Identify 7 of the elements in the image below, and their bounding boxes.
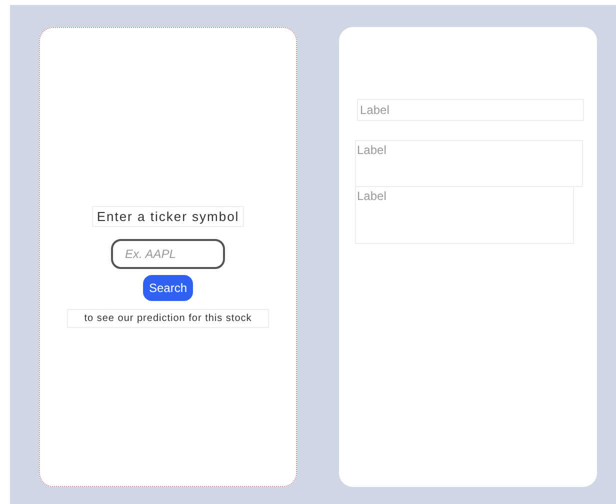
text-area[interactable]: Label — [355, 140, 583, 187]
heading: Enter a ticker symbol — [92, 206, 244, 228]
text-area[interactable]: Label — [355, 186, 574, 244]
input-field[interactable]: Label — [357, 99, 584, 121]
search-button[interactable]: Search — [142, 275, 194, 302]
ticker-input[interactable]: Ex. AAPL — [111, 239, 225, 270]
caption: to see our prediction for this stock — [67, 309, 269, 328]
